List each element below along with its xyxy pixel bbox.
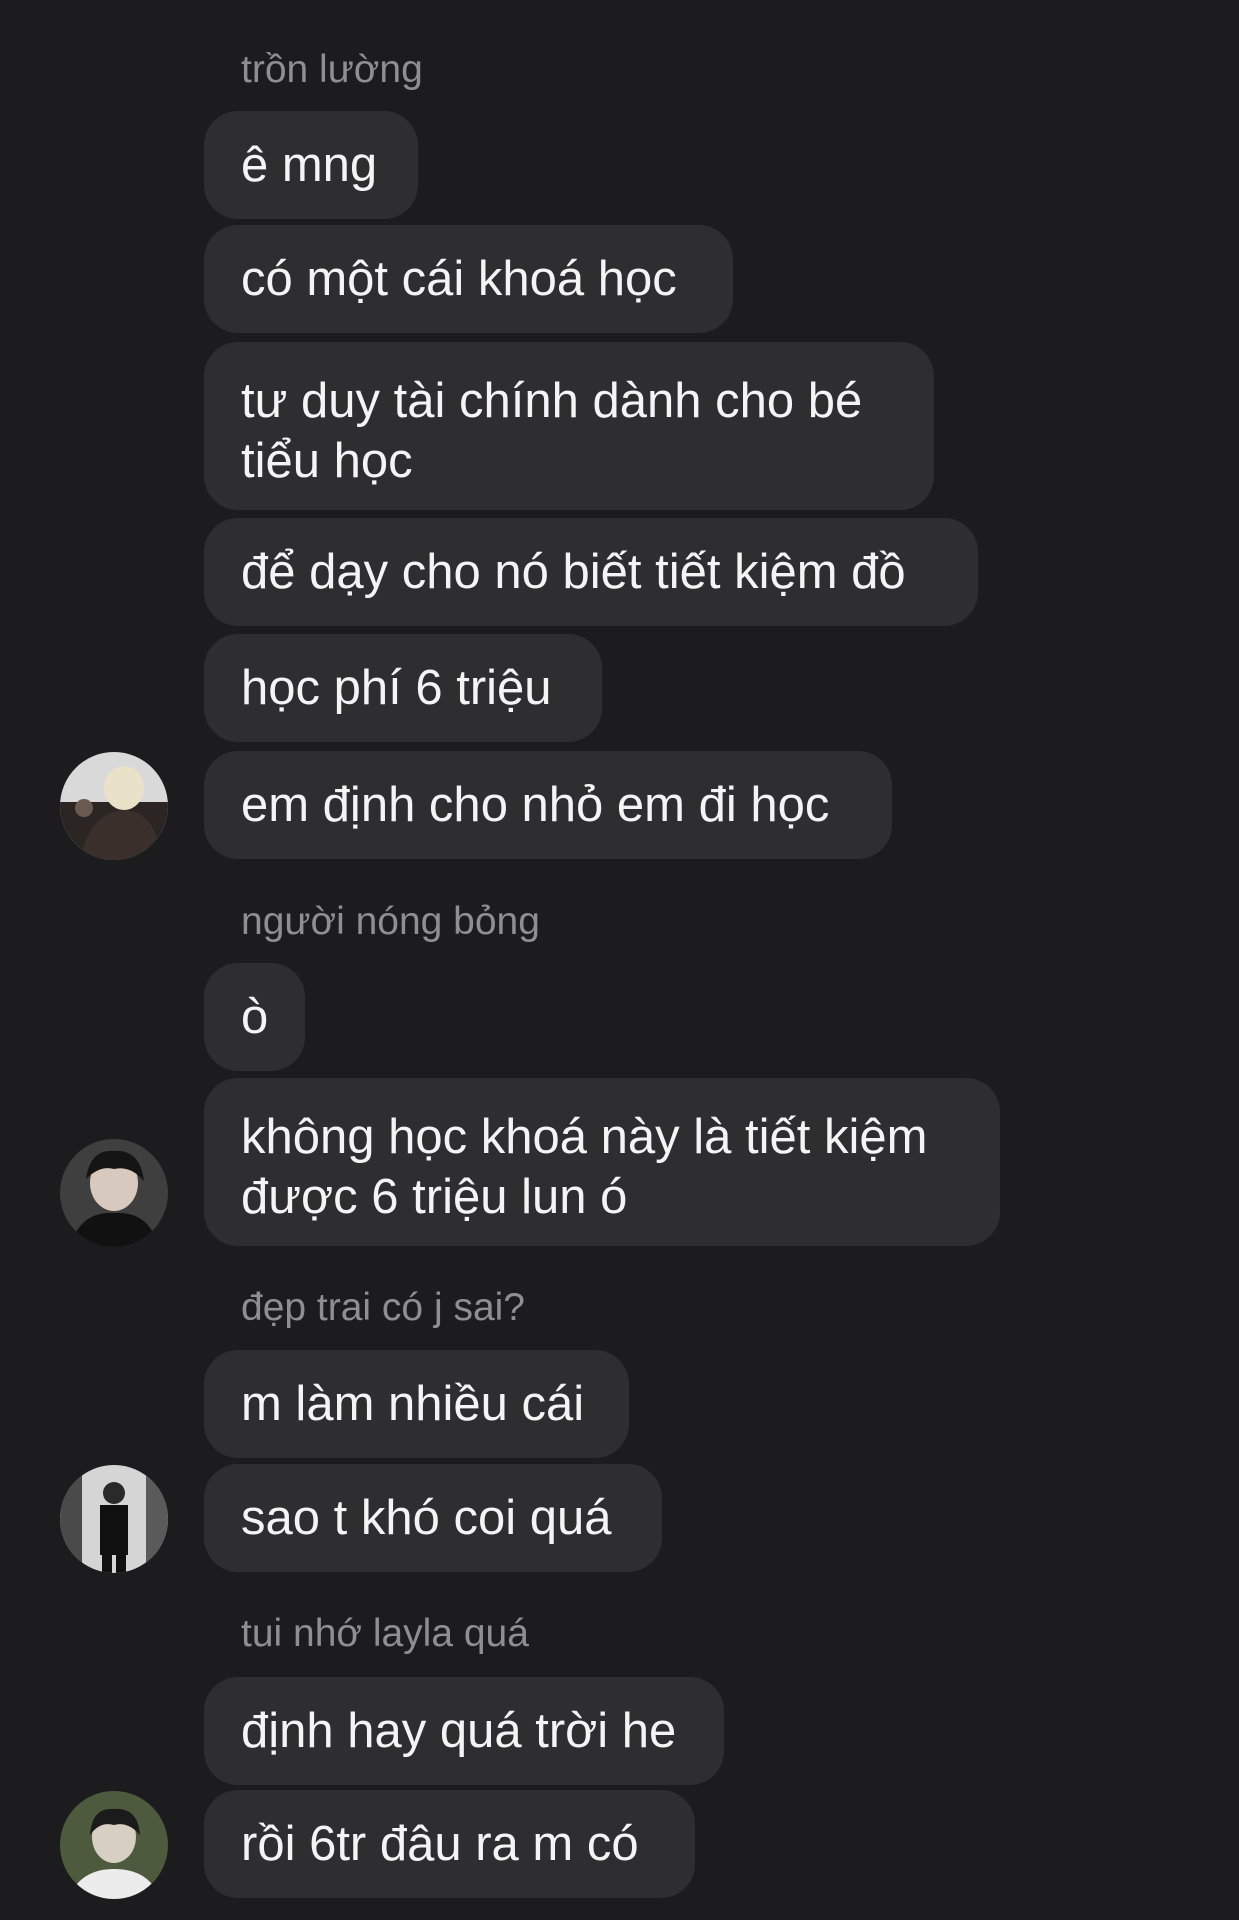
message-bubble[interactable]: sao t khó coi quá — [204, 1464, 662, 1572]
message-bubble[interactable]: định hay quá trời he — [204, 1677, 724, 1785]
sender-name: người nóng bỏng — [241, 900, 540, 943]
message-bubble[interactable]: m làm nhiều cái — [204, 1350, 629, 1458]
message-bubble[interactable]: em định cho nhỏ em đi học — [204, 751, 892, 859]
sender-name: đẹp trai có j sai? — [241, 1286, 525, 1329]
message-bubble[interactable]: có một cái khoá học — [204, 225, 733, 333]
avatar[interactable] — [60, 1791, 168, 1899]
avatar[interactable] — [60, 1139, 168, 1247]
message-bubble[interactable]: để dạy cho nó biết tiết kiệm đồ — [204, 518, 978, 626]
avatar[interactable] — [60, 752, 168, 860]
message-bubble[interactable]: học phí 6 triệu — [204, 634, 602, 742]
sender-name: trồn lường — [241, 48, 423, 91]
message-bubble[interactable]: ò — [204, 963, 305, 1071]
message-bubble[interactable]: không học khoá này là tiết kiệm được 6 t… — [204, 1078, 1000, 1246]
message-bubble[interactable]: tư duy tài chính dành cho bé tiểu học — [204, 342, 934, 510]
message-bubble[interactable]: rồi 6tr đâu ra m có — [204, 1790, 695, 1898]
avatar[interactable] — [60, 1465, 168, 1573]
sender-name: tui nhớ layla quá — [241, 1612, 529, 1655]
message-bubble[interactable]: ê mng — [204, 111, 418, 219]
